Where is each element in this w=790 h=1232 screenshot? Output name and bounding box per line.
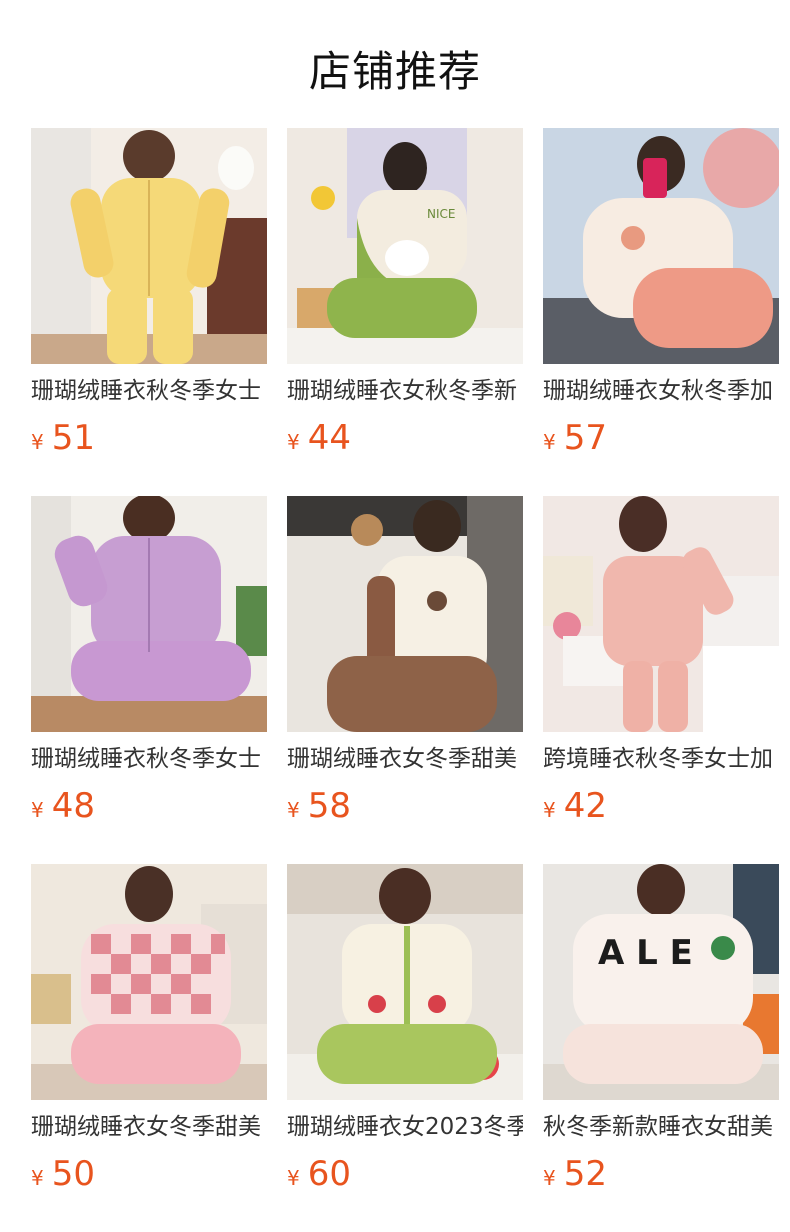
product-name[interactable]: 珊瑚绒睡衣秋冬季女士 — [31, 376, 267, 406]
price-value: 42 — [563, 786, 607, 826]
product-image[interactable]: A L E — [543, 864, 779, 1100]
product-price: ¥44 — [287, 418, 523, 458]
price-value: 48 — [51, 786, 95, 826]
product-image[interactable] — [31, 864, 267, 1100]
currency-symbol: ¥ — [287, 1166, 300, 1190]
page-title: 店铺推荐 — [308, 47, 481, 96]
product-card[interactable]: 珊瑚绒睡衣女冬季甜美 ¥58 — [287, 496, 523, 864]
product-card[interactable]: 珊瑚绒睡衣女秋冬季加 ¥57 — [543, 128, 779, 496]
currency-symbol: ¥ — [31, 430, 44, 454]
currency-symbol: ¥ — [31, 798, 44, 822]
currency-symbol: ¥ — [543, 1166, 556, 1190]
product-image[interactable] — [287, 864, 523, 1100]
product-image[interactable] — [543, 128, 779, 364]
svg-text:A L E: A L E — [598, 933, 693, 973]
price-value: 52 — [563, 1154, 607, 1194]
product-price: ¥52 — [543, 1154, 779, 1194]
currency-symbol: ¥ — [287, 430, 300, 454]
product-price: ¥51 — [31, 418, 267, 458]
product-image[interactable] — [543, 496, 779, 732]
product-name[interactable]: 珊瑚绒睡衣秋冬季女士 — [31, 744, 267, 774]
product-card[interactable]: NICE 珊瑚绒睡衣女秋冬季新 ¥44 — [287, 128, 523, 496]
currency-symbol: ¥ — [31, 1166, 44, 1190]
price-value: 44 — [307, 418, 351, 458]
product-price: ¥60 — [287, 1154, 523, 1194]
product-price: ¥58 — [287, 786, 523, 826]
product-price: ¥48 — [31, 786, 267, 826]
product-image[interactable]: NICE — [287, 128, 523, 364]
currency-symbol: ¥ — [543, 430, 556, 454]
product-name[interactable]: 跨境睡衣秋冬季女士加 — [543, 744, 779, 774]
product-price: ¥42 — [543, 786, 779, 826]
price-value: 60 — [307, 1154, 351, 1194]
product-card[interactable]: 珊瑚绒睡衣女冬季甜美 ¥50 — [31, 864, 267, 1232]
price-value: 51 — [51, 418, 95, 458]
product-image[interactable] — [287, 496, 523, 732]
product-name[interactable]: 珊瑚绒睡衣女秋冬季加 — [543, 376, 779, 406]
product-image[interactable] — [31, 128, 267, 364]
currency-symbol: ¥ — [543, 798, 556, 822]
product-price: ¥50 — [31, 1154, 267, 1194]
product-card[interactable]: 珊瑚绒睡衣秋冬季女士 ¥48 — [31, 496, 267, 864]
product-card[interactable]: 珊瑚绒睡衣女2023冬季 ¥60 — [287, 864, 523, 1232]
price-value: 57 — [563, 418, 607, 458]
product-card[interactable]: 珊瑚绒睡衣秋冬季女士 ¥51 — [31, 128, 267, 496]
product-grid: 珊瑚绒睡衣秋冬季女士 ¥51 NICE 珊瑚绒睡衣女秋冬季新 ¥44 珊瑚绒睡衣… — [31, 128, 779, 1232]
product-name[interactable]: 珊瑚绒睡衣女秋冬季新 — [287, 376, 523, 406]
product-image[interactable] — [31, 496, 267, 732]
product-name[interactable]: 珊瑚绒睡衣女冬季甜美 — [287, 744, 523, 774]
price-value: 50 — [51, 1154, 95, 1194]
product-name[interactable]: 珊瑚绒睡衣女2023冬季 — [287, 1112, 523, 1142]
product-name[interactable]: 珊瑚绒睡衣女冬季甜美 — [31, 1112, 267, 1142]
currency-symbol: ¥ — [287, 798, 300, 822]
product-name[interactable]: 秋冬季新款睡衣女甜美 — [543, 1112, 779, 1142]
product-card[interactable]: 跨境睡衣秋冬季女士加 ¥42 — [543, 496, 779, 864]
svg-text:NICE: NICE — [427, 207, 455, 221]
price-value: 58 — [307, 786, 351, 826]
product-card[interactable]: A L E 秋冬季新款睡衣女甜美 ¥52 — [543, 864, 779, 1232]
product-price: ¥57 — [543, 418, 779, 458]
